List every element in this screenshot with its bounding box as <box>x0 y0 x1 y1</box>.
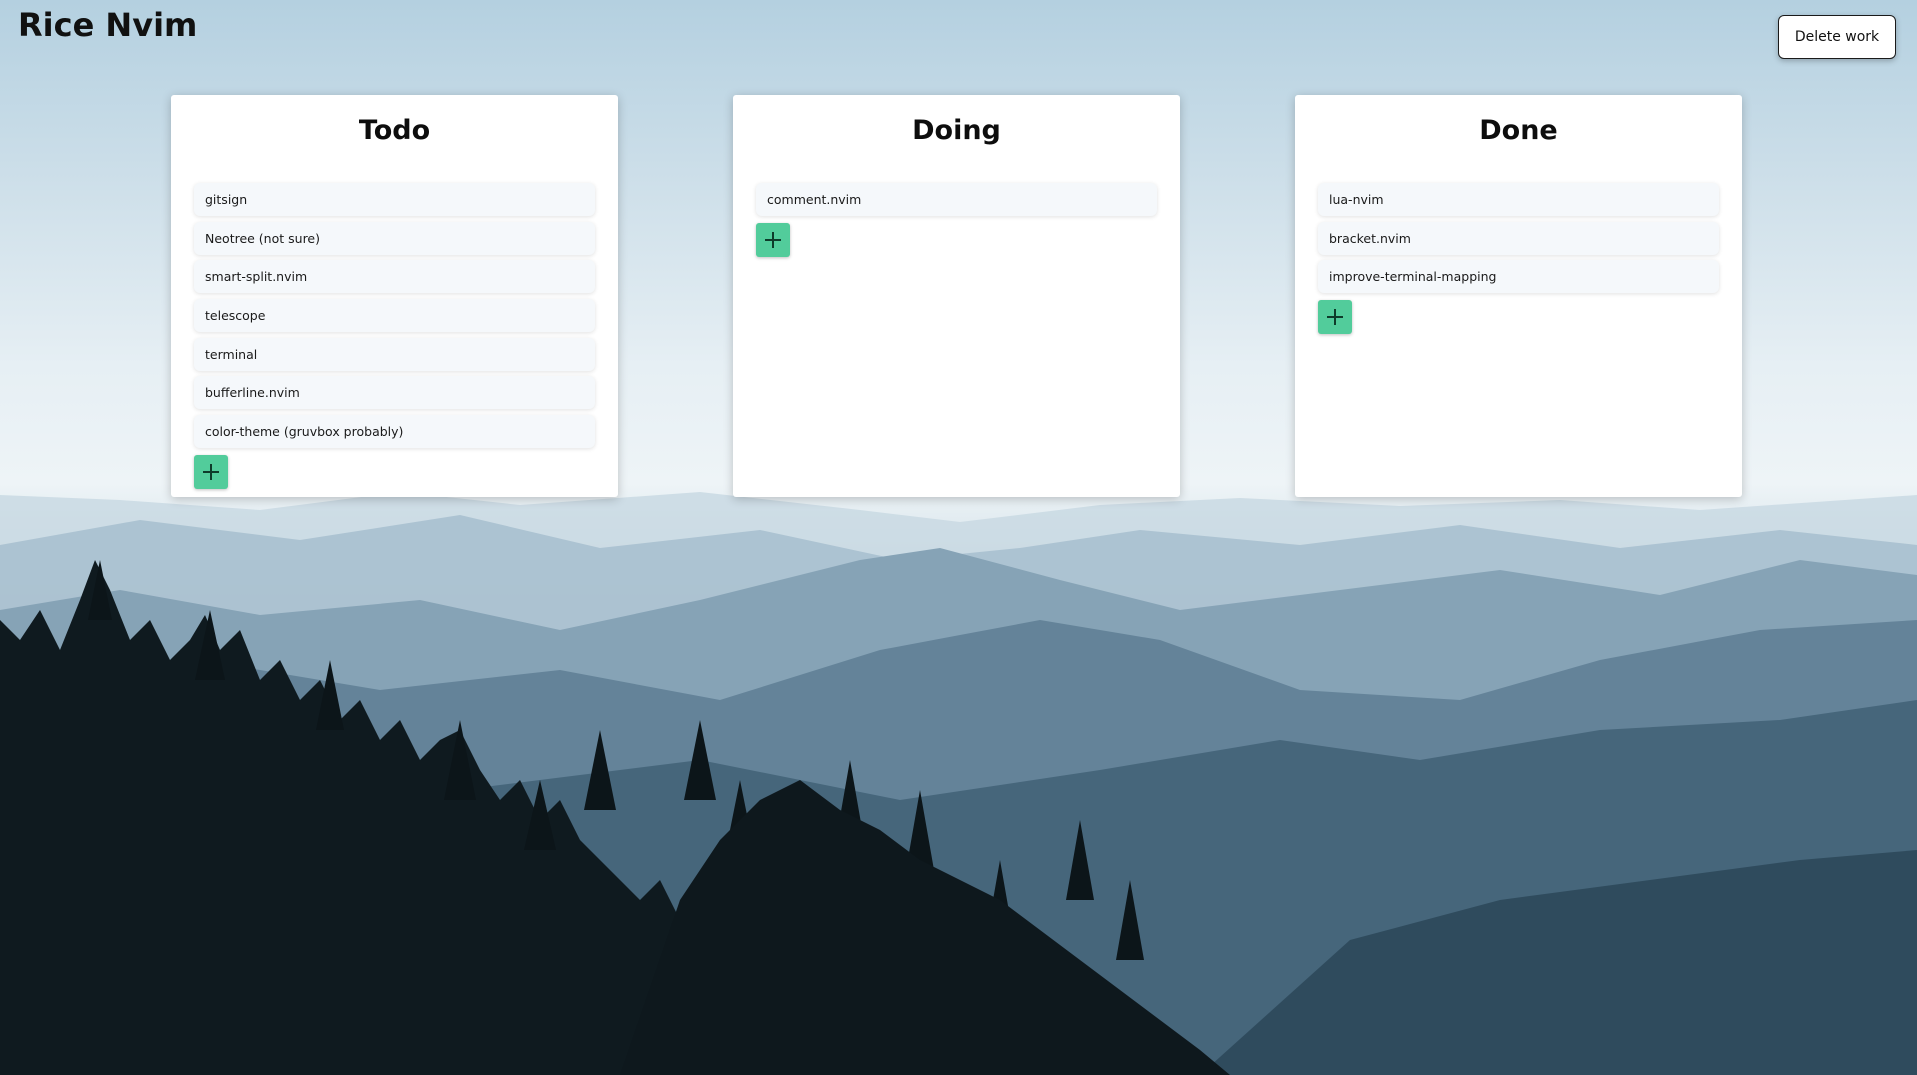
column-title: Doing <box>912 115 1001 146</box>
task-card[interactable]: lua-nvim <box>1318 183 1719 216</box>
card-list: gitsign Neotree (not sure) smart-split.n… <box>194 183 595 449</box>
plus-icon <box>765 231 781 248</box>
column-todo: Todo gitsign Neotree (not sure) smart-sp… <box>171 95 618 497</box>
column-title: Todo <box>358 115 431 146</box>
card-list: comment.nvim <box>756 183 1157 216</box>
column-doing: Doing comment.nvim <box>733 95 1180 497</box>
kanban-board: Todo gitsign Neotree (not sure) smart-sp… <box>171 95 1743 497</box>
delete-work-button[interactable]: Delete work <box>1778 15 1896 59</box>
task-card[interactable]: bracket.nvim <box>1318 221 1719 255</box>
task-card[interactable]: gitsign <box>194 183 595 216</box>
task-card[interactable]: terminal <box>194 337 595 371</box>
task-card[interactable]: improve-terminal-mapping <box>1318 260 1719 294</box>
add-card-button-doing[interactable] <box>756 222 790 257</box>
task-card[interactable]: telescope <box>194 299 595 333</box>
app-title: Rice Nvim <box>18 6 198 44</box>
task-card[interactable]: smart-split.nvim <box>194 260 595 294</box>
plus-icon <box>203 463 219 480</box>
column-title: Done <box>1479 115 1558 146</box>
task-card[interactable]: comment.nvim <box>756 183 1157 216</box>
plus-icon <box>1327 309 1343 326</box>
card-list: lua-nvim bracket.nvim improve-terminal-m… <box>1318 183 1719 294</box>
column-done: Done lua-nvim bracket.nvim improve-termi… <box>1295 95 1742 497</box>
add-card-button-done[interactable] <box>1318 300 1352 335</box>
task-card[interactable]: color-theme (gruvbox probably) <box>194 415 595 449</box>
task-card[interactable]: bufferline.nvim <box>194 376 595 410</box>
add-card-button-todo[interactable] <box>194 454 228 489</box>
task-card[interactable]: Neotree (not sure) <box>194 221 595 255</box>
